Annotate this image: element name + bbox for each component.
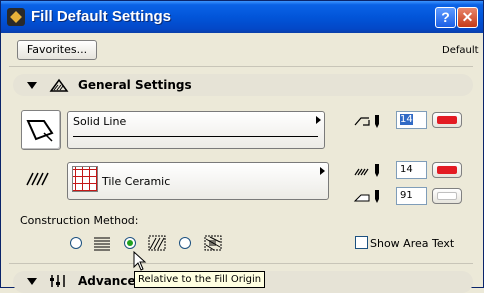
contour-pen-icon bbox=[353, 113, 385, 132]
fill-contour-icon bbox=[26, 120, 54, 142]
custom-origin-fill-icon bbox=[204, 235, 222, 254]
background-pen-color-button[interactable] bbox=[432, 188, 462, 204]
white-pen-swatch bbox=[437, 192, 457, 200]
expand-triangle-icon[interactable] bbox=[27, 82, 37, 89]
fill-pen-color-button[interactable] bbox=[432, 162, 462, 178]
construction-method-label: Construction Method: bbox=[20, 214, 139, 227]
fill-pen-field[interactable]: 14 bbox=[396, 161, 427, 179]
tooltip: Relative to the Fill Origin bbox=[134, 271, 266, 288]
contour-pen-color-button[interactable] bbox=[432, 112, 462, 128]
fill-settings-icon bbox=[49, 77, 69, 96]
fill-pen-icon bbox=[353, 162, 385, 181]
window-title: Fill Default Settings bbox=[31, 8, 172, 25]
help-button[interactable]: ? bbox=[435, 7, 456, 28]
distorted-fill-icon bbox=[93, 235, 111, 254]
line-type-arrow-icon bbox=[316, 116, 321, 124]
fill-pattern-icon bbox=[25, 169, 53, 190]
app-icon bbox=[7, 8, 25, 26]
fill-type-label: Tile Ceramic bbox=[102, 175, 171, 188]
title-bar[interactable]: Fill Default Settings ? ✕ bbox=[1, 1, 483, 33]
general-settings-title: General Settings bbox=[78, 78, 192, 92]
advanced-settings-icon bbox=[49, 273, 69, 292]
background-pen-icon bbox=[353, 188, 385, 207]
fill-type-select[interactable]: Tile Ceramic bbox=[67, 162, 329, 200]
red-pen-swatch bbox=[437, 116, 457, 124]
line-type-icon-box[interactable] bbox=[21, 110, 61, 150]
radio-distorted[interactable] bbox=[70, 237, 82, 249]
mouse-cursor-icon bbox=[133, 250, 147, 274]
radio-relative-to-origin[interactable] bbox=[124, 237, 136, 249]
contour-pen-value: 14 bbox=[400, 114, 413, 125]
close-button[interactable]: ✕ bbox=[457, 7, 478, 28]
line-type-label: Solid Line bbox=[73, 115, 127, 128]
divider bbox=[9, 263, 473, 264]
red-pen-swatch bbox=[437, 166, 457, 174]
radio-custom-origin[interactable] bbox=[179, 237, 191, 249]
fill-default-settings-window: Fill Default Settings ? ✕ Favorites... D… bbox=[0, 0, 484, 293]
relative-to-origin-fill-icon bbox=[148, 235, 166, 254]
favorites-button[interactable]: Favorites... bbox=[17, 40, 97, 60]
default-label: Default bbox=[442, 45, 479, 56]
tile-ceramic-swatch bbox=[72, 166, 98, 192]
fill-type-arrow-icon bbox=[320, 167, 325, 175]
solid-line-preview bbox=[73, 136, 318, 137]
expand-triangle-icon[interactable] bbox=[27, 278, 37, 285]
divider bbox=[9, 66, 473, 67]
background-pen-field[interactable]: 91 bbox=[396, 187, 427, 205]
show-area-text-checkbox[interactable] bbox=[355, 236, 368, 249]
line-type-select[interactable]: Solid Line bbox=[67, 111, 325, 149]
contour-pen-field[interactable]: 14 bbox=[396, 111, 427, 129]
show-area-text-label: Show Area Text bbox=[370, 237, 455, 250]
